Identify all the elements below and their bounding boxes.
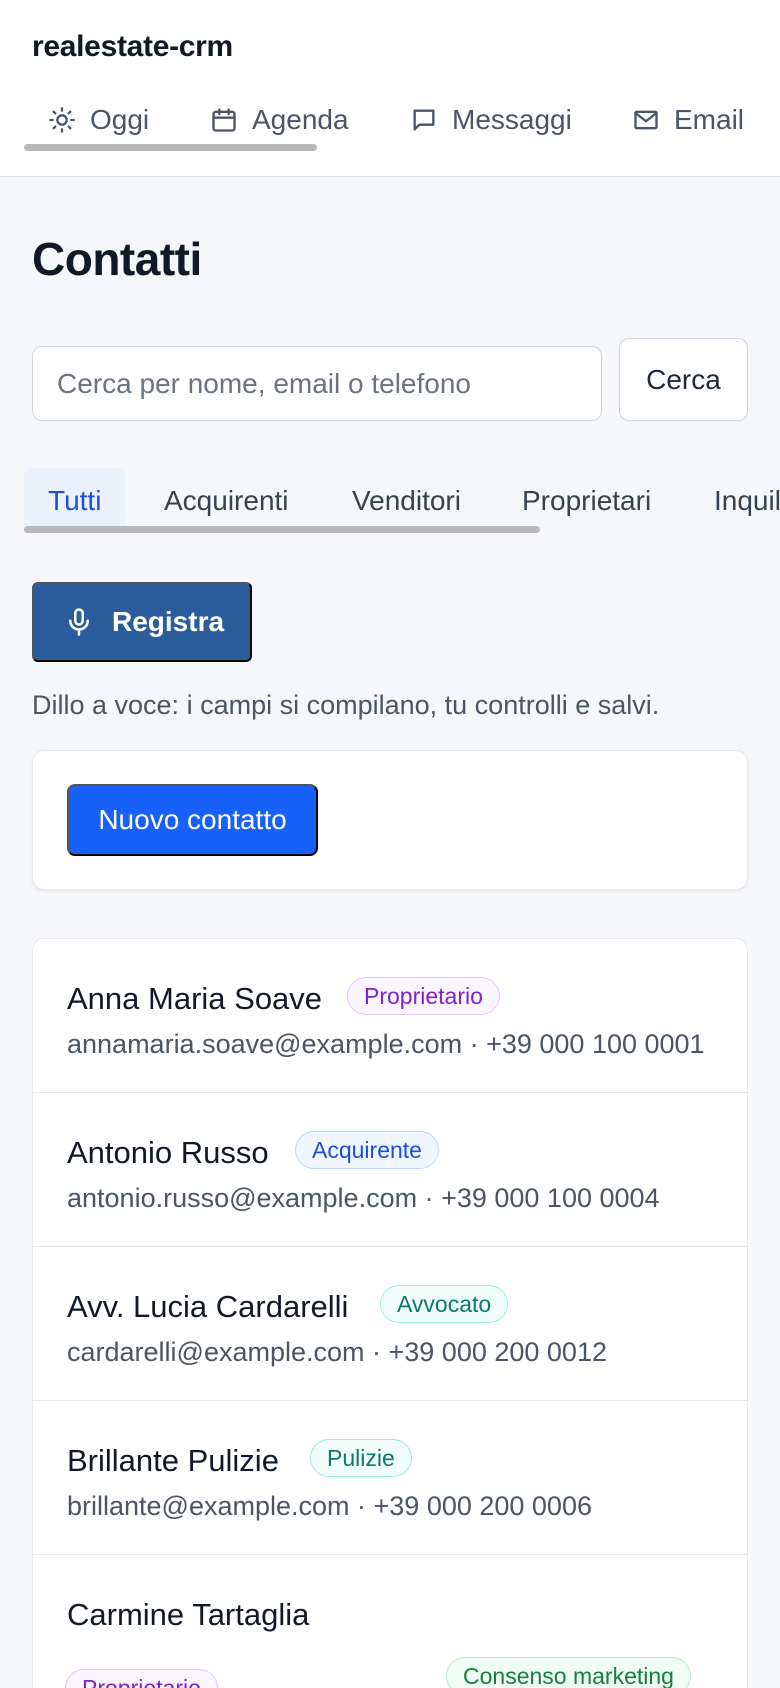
nav-tab-label: Agenda	[252, 104, 349, 135]
tab-acquirenti[interactable]: Acquirenti	[140, 468, 313, 528]
nav-tab-email[interactable]: Email	[632, 98, 744, 142]
tab-tutti[interactable]: Tutti	[24, 468, 126, 528]
nav-tab-agenda[interactable]: Agenda	[210, 98, 349, 142]
nav-tab-label: Oggi	[90, 104, 150, 135]
contact-meta: cardarelli@example.com · +39 000 200 001…	[67, 1337, 607, 1367]
role-badge: Proprietario	[65, 1669, 218, 1688]
app-title: realestate-crm	[32, 30, 233, 63]
contacts-list: Anna Maria Soave Proprietario annamaria.…	[32, 938, 748, 1688]
list-item[interactable]: Anna Maria Soave Proprietario annamaria.…	[33, 939, 747, 1093]
nav-tab-oggi[interactable]: Oggi	[48, 98, 149, 142]
contact-name: Anna Maria Soave	[67, 981, 323, 1016]
new-contact-button[interactable]: Nuovo contatto	[67, 784, 318, 856]
nav-tab-label: Messaggi	[452, 104, 572, 135]
mail-icon	[634, 110, 658, 130]
search-input[interactable]	[32, 346, 602, 421]
contact-name: Carmine Tartaglia	[67, 1597, 310, 1632]
filter-scrollbar[interactable]	[24, 526, 540, 533]
contact-name: Antonio Russo	[67, 1135, 269, 1170]
new-contact-card: Nuovo contatto	[32, 750, 748, 890]
nav-tab-label: Email	[674, 104, 745, 135]
role-badge: Acquirente	[295, 1131, 439, 1169]
search-button[interactable]: Cerca	[619, 338, 748, 421]
list-item[interactable]: Avv. Lucia Cardarelli Avvocato cardarell…	[33, 1247, 747, 1401]
role-badge: Avvocato	[380, 1285, 509, 1323]
nav-tab-messaggi[interactable]: Messaggi	[410, 98, 572, 142]
tab-venditori[interactable]: Venditori	[328, 468, 485, 528]
filter-tabs: Tutti Acquirenti Venditori Proprietari I…	[0, 468, 780, 528]
contact-meta: brillante@example.com · +39 000 200 0006	[67, 1491, 592, 1521]
contact-name: Avv. Lucia Cardarelli	[67, 1289, 349, 1324]
tab-inquilini[interactable]: Inquilini	[690, 468, 780, 528]
contact-meta: antonio.russo@example.com · +39 000 100 …	[67, 1183, 660, 1213]
nav-scrollbar[interactable]	[24, 144, 317, 151]
calendar-icon	[212, 108, 236, 132]
record-button-label: Registra	[112, 606, 225, 637]
sun-icon	[49, 107, 75, 133]
list-item[interactable]: Carmine Tartaglia Consenso marketing Pro…	[33, 1555, 747, 1688]
microphone-icon	[69, 608, 89, 636]
record-button[interactable]: Registra	[32, 582, 252, 662]
contact-meta: annamaria.soave@example.com · +39 000 10…	[67, 1029, 705, 1059]
consent-badge: Consenso marketing	[446, 1657, 691, 1688]
top-bar: realestate-crm Oggi Agenda Messaggi Emai…	[0, 0, 780, 177]
list-item[interactable]: Antonio Russo Acquirente antonio.russo@e…	[33, 1093, 747, 1247]
role-badge: Pulizie	[310, 1439, 412, 1477]
tab-proprietari[interactable]: Proprietari	[498, 468, 675, 528]
contact-name: Brillante Pulizie	[67, 1443, 279, 1478]
main-nav: Oggi Agenda Messaggi Email	[0, 98, 780, 146]
voice-hint: Dillo a voce: i campi si compilano, tu c…	[32, 690, 660, 720]
message-icon	[413, 109, 435, 131]
list-item[interactable]: Brillante Pulizie Pulizie brillante@exam…	[33, 1401, 747, 1555]
role-badge: Proprietario	[347, 977, 500, 1015]
page-title: Contatti	[32, 233, 202, 285]
